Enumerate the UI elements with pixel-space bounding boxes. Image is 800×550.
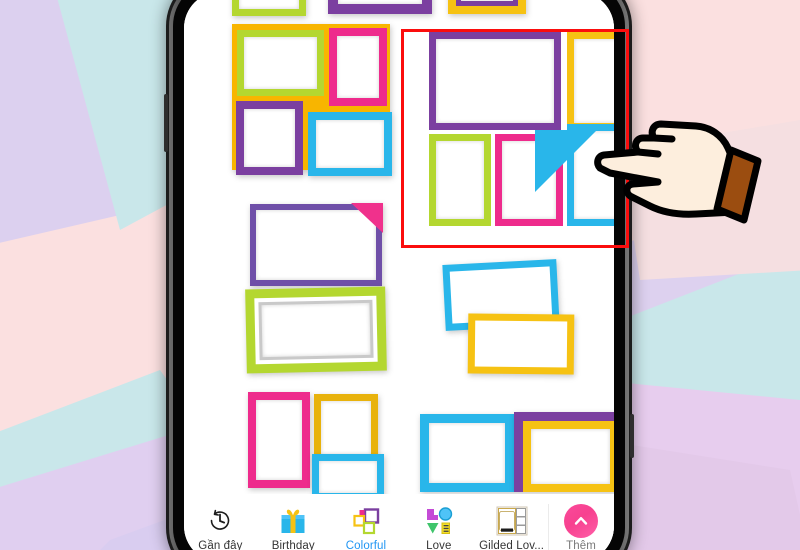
frame-cell	[248, 392, 310, 488]
template-thumb[interactable]	[232, 0, 306, 16]
nav-item-more[interactable]: Thêm	[547, 494, 614, 550]
nav-item-label: Thêm	[566, 539, 596, 550]
template-thumb[interactable]	[232, 24, 392, 176]
category-navigation-bar[interactable]: Gần đây Birthday Colorful Love Gilded Lo…	[184, 494, 614, 550]
nav-item-love[interactable]: Love	[402, 494, 475, 550]
frame-cell	[308, 112, 392, 176]
template-thumb[interactable]	[245, 286, 387, 374]
frame-cell	[420, 414, 514, 492]
nav-item-label: Love	[426, 539, 452, 550]
nav-divider	[547, 504, 549, 550]
frame-cell	[314, 394, 378, 462]
template-thumb[interactable]	[248, 392, 310, 488]
nav-item-label: Colorful	[345, 539, 387, 550]
frame-cell	[312, 454, 384, 494]
pink-corner-fold-icon	[351, 203, 383, 233]
nav-item-gilded[interactable]: Gilded Lov...	[475, 494, 548, 550]
nav-item-label: Gần đây	[198, 539, 243, 550]
frame-cell	[329, 28, 387, 106]
gift-box-icon	[278, 505, 308, 537]
oval-decoration-icon	[328, 0, 432, 14]
nav-item-label: Birthday	[271, 539, 315, 550]
frame-cell	[232, 0, 306, 16]
template-thumb[interactable]	[467, 313, 575, 375]
phone-volume-button[interactable]	[164, 94, 168, 152]
template-thumb[interactable]	[250, 203, 383, 286]
template-thumb[interactable]	[312, 454, 384, 494]
nav-item-birthday[interactable]: Birthday	[257, 494, 330, 550]
nav-item-label: Gilded Lov...	[479, 539, 545, 550]
template-thumb[interactable]	[314, 394, 378, 462]
frame-cell	[523, 421, 614, 492]
frame-cell-inner	[258, 299, 374, 361]
chevron-up-icon[interactable]	[563, 503, 598, 538]
cursor-arrow-icon	[535, 130, 597, 192]
frame-cell	[237, 30, 324, 96]
nav-item-recent[interactable]: Gần đây	[184, 494, 257, 550]
template-thumb[interactable]	[328, 0, 432, 14]
clock-rotate-icon	[206, 505, 234, 537]
shapes-icon	[424, 505, 454, 537]
template-thumb[interactable]	[448, 0, 526, 14]
more-fab[interactable]	[563, 503, 598, 538]
template-thumb[interactable]	[420, 414, 514, 492]
colored-squares-icon	[351, 505, 381, 537]
phone-power-button[interactable]	[630, 414, 634, 458]
frame-cell	[456, 0, 518, 6]
frame-cell	[236, 101, 303, 175]
gilded-frame-icon	[496, 505, 528, 537]
pointing-hand-cursor	[594, 120, 762, 224]
template-thumb[interactable]	[514, 412, 614, 492]
screenshot-root: Gần đây Birthday Colorful Love Gilded Lo…	[0, 0, 800, 550]
nav-item-colorful[interactable]: Colorful	[330, 494, 403, 550]
